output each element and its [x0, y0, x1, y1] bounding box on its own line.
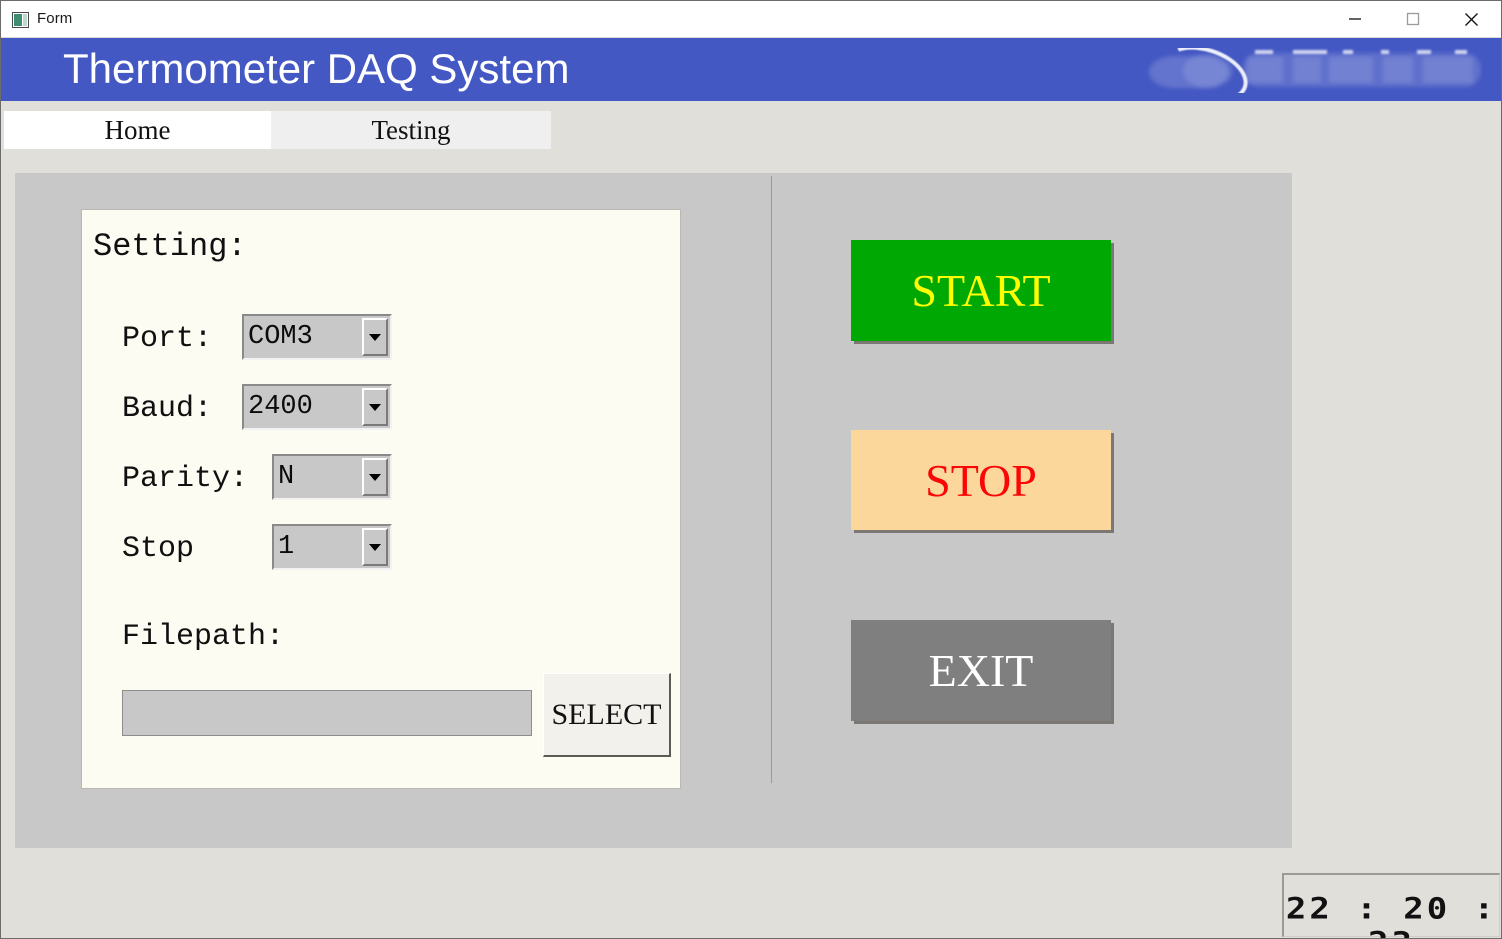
chevron-down-icon[interactable]	[362, 528, 388, 566]
application-window: Form Thermometer DAQ System Home Testing…	[0, 0, 1502, 939]
chevron-down-icon[interactable]	[362, 318, 388, 356]
clock-panel: 22 : 20 : 23	[1282, 873, 1500, 938]
baud-label: Baud:	[122, 392, 213, 426]
app-banner: Thermometer DAQ System	[1, 38, 1501, 101]
parity-label: Parity:	[122, 462, 249, 496]
minimize-icon	[1349, 18, 1361, 20]
panel-divider	[771, 176, 772, 783]
parity-dropdown[interactable]: N	[272, 454, 392, 500]
baud-dropdown[interactable]: 2400	[242, 384, 392, 430]
close-icon	[1464, 12, 1478, 26]
maximize-button[interactable]	[1390, 1, 1436, 37]
parity-value: N	[278, 462, 295, 492]
minimize-button[interactable]	[1332, 1, 1378, 37]
tab-testing[interactable]: Testing	[271, 111, 551, 149]
tab-strip: Home Testing	[1, 101, 1501, 149]
filepath-label: Filepath:	[122, 620, 285, 654]
chevron-down-icon[interactable]	[362, 458, 388, 496]
stop-button[interactable]: STOP	[851, 430, 1111, 530]
clock-display: 22 : 20 : 23	[1285, 892, 1498, 938]
maximize-icon	[1406, 12, 1420, 26]
settings-heading: Setting:	[93, 228, 247, 265]
start-button[interactable]: START	[851, 240, 1111, 341]
port-label: Port:	[122, 322, 213, 356]
baud-value: 2400	[248, 392, 313, 422]
close-button[interactable]	[1448, 1, 1494, 37]
stopbits-dropdown[interactable]: 1	[272, 524, 392, 570]
window-title: Form	[37, 10, 73, 27]
port-dropdown[interactable]: COM3	[242, 314, 392, 360]
exit-button[interactable]: EXIT	[851, 620, 1111, 721]
select-file-button[interactable]: SELECT	[543, 673, 671, 757]
redacted-logo-icon	[1143, 48, 1483, 93]
stopbits-label: Stop	[122, 532, 195, 566]
settings-card: Setting: Port: COM3 Baud: 2400 Parity: N…	[81, 209, 681, 789]
filepath-input[interactable]	[122, 690, 532, 736]
tab-home[interactable]: Home	[4, 111, 271, 149]
app-title: Thermometer DAQ System	[63, 45, 570, 92]
form-window-icon	[12, 12, 29, 28]
chevron-down-icon[interactable]	[362, 388, 388, 426]
window-titlebar: Form	[1, 1, 1501, 38]
port-value: COM3	[248, 322, 313, 352]
stopbits-value: 1	[278, 532, 295, 562]
